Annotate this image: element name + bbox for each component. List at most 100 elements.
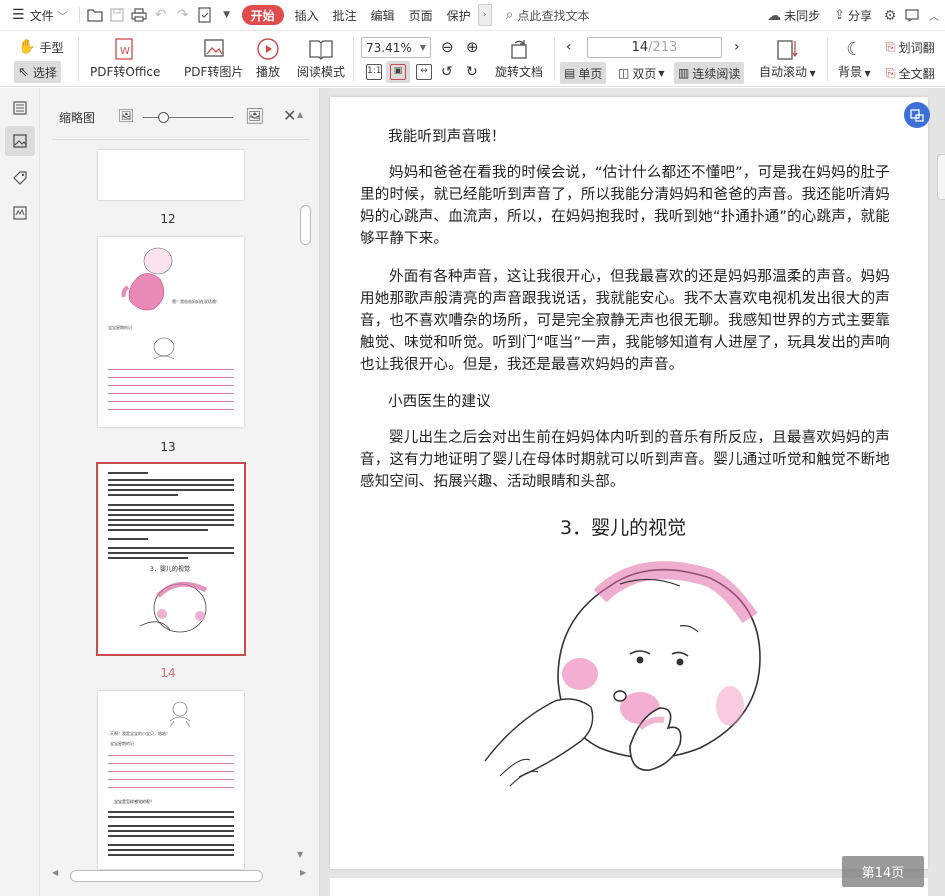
auto-scroll-icon	[775, 35, 799, 63]
section-subtitle: 小西医生的建议	[388, 394, 491, 410]
search-placeholder: 点此查找文本	[517, 8, 590, 23]
chevron-down-icon: ▼	[658, 68, 665, 78]
cursor-arrow-icon: ⇖	[18, 64, 29, 80]
tab-protect[interactable]: 保护	[440, 0, 478, 31]
pdf-to-office-button[interactable]: W PDF转Office	[90, 35, 160, 81]
single-page-icon: ▤	[564, 66, 576, 80]
export-pdf-icon[interactable]	[194, 0, 216, 31]
more-dropdown-icon[interactable]: ▼	[216, 0, 238, 31]
thumbnail-label: 宝宝星期的记	[110, 741, 134, 746]
paragraph: 妈妈和爸爸在看我的时候会说，“估计什么都还不懂吧”，可是我在妈妈的肚子里的时候，…	[360, 165, 890, 247]
read-mode-button[interactable]: 阅读模式	[297, 35, 345, 81]
print-icon[interactable]	[128, 0, 150, 31]
file-menu-label: 文件	[29, 8, 54, 23]
pdf-to-image-button[interactable]: PDF转图片	[184, 35, 243, 81]
baby-sketch-image	[169, 701, 191, 728]
tab-page[interactable]: 页面	[402, 0, 440, 31]
zoom-out-button[interactable]: ⊖	[437, 36, 458, 58]
single-page-label: 单页	[578, 66, 603, 81]
share-button[interactable]: ⇪ 分享	[827, 0, 879, 31]
actual-size-button[interactable]: 1:1	[362, 61, 386, 83]
play-label: 播放	[256, 65, 281, 79]
word-translate-label: 划词翻	[898, 40, 935, 55]
fit-width-button[interactable]: ↔	[412, 61, 436, 83]
prev-page-button[interactable]: ‹	[562, 36, 576, 58]
background-button[interactable]: ☾ 背景 ▼	[838, 35, 871, 81]
search-box[interactable]: ⌕ 点此查找文本	[498, 0, 598, 31]
baby-illustration	[484, 561, 761, 787]
continuous-read-button[interactable]: ▥ 连续阅读	[674, 62, 745, 84]
tab-insert[interactable]: 插入	[288, 0, 326, 31]
hand-tool-button[interactable]: ✋ 手型	[14, 36, 67, 58]
tabs-scroll-button[interactable]: ›	[477, 4, 492, 26]
fit-page-icon: ▣	[390, 64, 406, 80]
file-menu[interactable]: ☰ 文件 ﹀	[0, 0, 75, 31]
rotate-document-button[interactable]: 旋转文档	[495, 35, 543, 81]
moon-icon: ☾	[846, 38, 863, 60]
slider-handle[interactable]	[158, 112, 169, 123]
thumbnail-icon[interactable]	[5, 126, 35, 156]
tab-annotate[interactable]: 批注	[326, 0, 364, 31]
fit-page-button[interactable]: ▣	[386, 61, 410, 83]
thumbnail-caption: 天啊！我是宝宝的小宝贝，哈哈！	[110, 731, 170, 736]
auto-scroll-button[interactable]: 自动滚动 ▼	[759, 35, 816, 81]
bookmark-tag-icon[interactable]	[5, 163, 35, 193]
sync-button[interactable]: ☁ 未同步	[760, 0, 827, 31]
thumbnail-size-slider[interactable]	[143, 117, 233, 118]
message-icon[interactable]	[901, 0, 923, 31]
translate-float-button[interactable]	[904, 102, 930, 128]
continuous-read-label: 连续阅读	[692, 66, 741, 81]
pdf-to-image-icon	[202, 35, 226, 63]
thumbnail-heading: 3．婴儿的视觉	[150, 566, 190, 573]
rotate-right-button[interactable]: ↻	[462, 61, 482, 83]
thumbnail-page-15[interactable]: 天啊！我是宝宝的小宝贝，哈哈！ 宝宝星期的记 宝宝是怎样感觉的呢？	[98, 691, 244, 869]
thumbnail-page-14[interactable]: 3．婴儿的视觉	[96, 462, 246, 656]
zoom-in-button[interactable]: ⊕	[462, 36, 483, 58]
ribbon-toolbar: ✋ 手型 ⇖ 选择 W PDF转Office PDF转图片 播放 阅读模式 73…	[0, 31, 945, 87]
open-folder-icon[interactable]	[84, 0, 106, 31]
thumbnail-page-13[interactable]: 嗯！我爸爸妈妈在说话哦！ 宝宝星期的记	[98, 237, 244, 427]
select-tool-button[interactable]: ⇖ 选择	[14, 61, 61, 83]
svg-text:W: W	[120, 46, 130, 57]
close-icon[interactable]: ✕	[283, 106, 296, 125]
right-panel-toggle[interactable]	[937, 154, 945, 200]
pdf-to-image-label: PDF转图片	[184, 65, 244, 79]
rotate-document-icon	[507, 35, 531, 63]
page-number-input[interactable]: 14/213	[587, 37, 722, 58]
divider	[554, 37, 555, 81]
baby-drawing-image	[121, 247, 175, 360]
outline-icon[interactable]	[5, 93, 35, 123]
save-icon[interactable]	[106, 0, 128, 31]
horizontal-scroll-handle[interactable]	[70, 870, 263, 882]
collapse-ribbon-icon[interactable]: ︿	[923, 0, 945, 31]
large-image-icon[interactable]: 🖼	[245, 107, 264, 125]
rotate-left-button[interactable]: ↺	[437, 61, 457, 83]
cloud-sync-icon: ☁	[767, 7, 782, 24]
undo-icon[interactable]: ↶	[150, 0, 172, 31]
settings-gear-icon[interactable]: ⚙	[879, 0, 901, 31]
redo-icon[interactable]: ↷	[172, 0, 194, 31]
next-page-button[interactable]: ›	[730, 36, 744, 58]
current-page: 14	[631, 40, 649, 55]
thumbnail-scroll-handle[interactable]	[300, 205, 311, 245]
thumbnail-label: 宝宝星期的记	[108, 325, 132, 330]
thumbnail-page-12[interactable]	[98, 150, 244, 200]
thumbnail-page-number-current: 14	[160, 666, 176, 680]
signature-icon[interactable]	[5, 198, 35, 228]
double-page-button[interactable]: ◫ 双页 ▼	[614, 62, 669, 84]
thumbnail-caption: 嗯！我爸爸妈妈在说话哦！	[172, 299, 220, 304]
rotate-right-icon: ↻	[466, 64, 478, 80]
single-page-button[interactable]: ▤ 单页	[560, 62, 607, 84]
paragraph-title: 我能听到声音哦！	[388, 129, 506, 145]
tab-edit[interactable]: 编辑	[364, 0, 402, 31]
thumbnail-page-number: 13	[160, 440, 176, 454]
small-image-icon[interactable]: 🖼	[118, 109, 135, 124]
play-button[interactable]: 播放	[256, 35, 280, 81]
zoom-in-icon: ⊕	[466, 38, 479, 56]
full-translate-button[interactable]: ⎘ 全文翻	[882, 62, 939, 84]
zoom-select[interactable]: 73.41% ▼	[361, 37, 431, 58]
word-translate-button[interactable]: ⎘ 划词翻	[882, 36, 939, 58]
tab-start[interactable]: 开始	[241, 5, 284, 25]
left-icon-rail	[0, 88, 40, 896]
divider	[78, 37, 79, 81]
